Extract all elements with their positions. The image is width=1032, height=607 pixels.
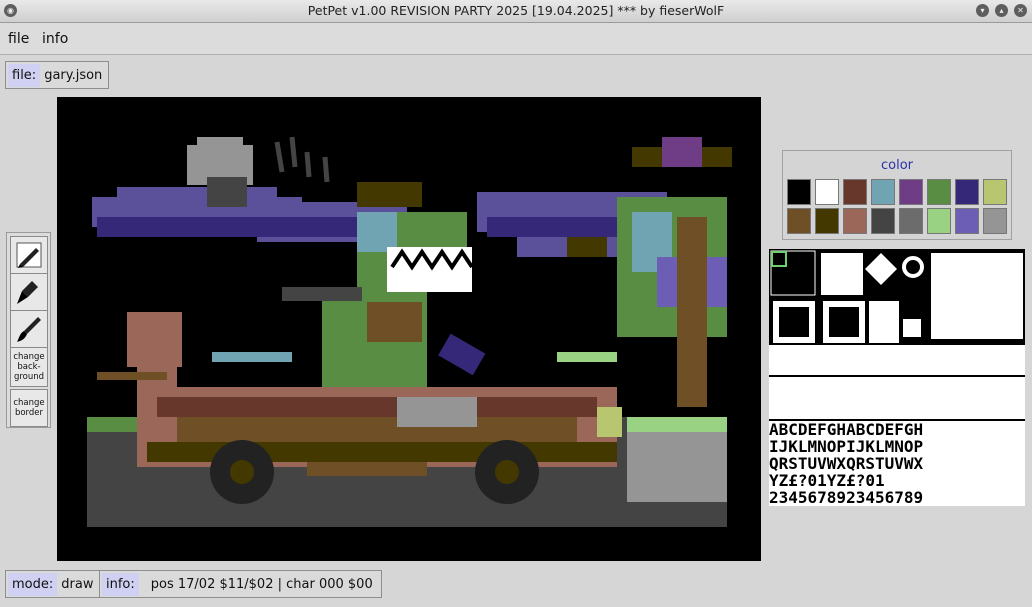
bucket-icon <box>17 281 38 304</box>
pencil-icon <box>16 242 42 268</box>
color-swatch-3[interactable] <box>871 179 895 205</box>
menu-file[interactable]: file <box>8 31 29 47</box>
tool-strip: change back- ground change border <box>6 232 51 428</box>
color-panel-title: color <box>880 158 913 173</box>
change-border-line-2: border <box>14 408 44 418</box>
color-swatch-2[interactable] <box>843 179 867 205</box>
window-title: PetPet v1.00 REVISION PARTY 2025 [19.04.… <box>307 3 725 18</box>
color-swatch-4[interactable] <box>899 179 923 205</box>
file-label: file: <box>8 63 41 87</box>
color-swatch-8[interactable] <box>787 208 811 234</box>
color-swatch-11[interactable] <box>871 208 895 234</box>
close-icon[interactable]: ✕ <box>1014 4 1027 17</box>
charset-row-5: 2345678923456789 <box>769 488 924 507</box>
brush-tool-button[interactable] <box>10 310 48 348</box>
info-indicator: info: pos 17/02 $11/$02 | char 000 $00 <box>99 570 382 598</box>
draw-tool-button[interactable] <box>10 236 48 274</box>
color-swatch-12[interactable] <box>899 208 923 234</box>
color-swatch-6[interactable] <box>955 179 979 205</box>
brush-icon <box>17 317 41 342</box>
info-label: info: <box>102 572 139 596</box>
color-swatch-1[interactable] <box>815 179 839 205</box>
menu-bar: file info <box>0 23 1032 55</box>
title-bar: ◉ PetPet v1.00 REVISION PARTY 2025 [19.0… <box>0 0 1032 23</box>
file-name: gary.json <box>44 67 103 83</box>
color-swatch-7[interactable] <box>983 179 1007 205</box>
color-swatch-0[interactable] <box>787 179 811 205</box>
change-background-line-1: change <box>13 352 45 362</box>
petscii-artwork <box>57 97 761 561</box>
mode-label: mode: <box>8 572 58 596</box>
change-border-line-1: change <box>13 398 45 408</box>
maximize-icon[interactable]: ▴ <box>995 4 1008 17</box>
mode-indicator: mode: draw <box>5 570 101 598</box>
info-value: pos 17/02 $11/$02 | char 000 $00 <box>150 576 373 592</box>
color-swatch-13[interactable] <box>927 208 951 234</box>
menu-info[interactable]: info <box>42 31 68 47</box>
file-indicator: file: gary.json <box>5 61 110 89</box>
change-background-line-3: ground <box>13 372 45 382</box>
color-swatch-15[interactable] <box>983 208 1007 234</box>
charset-row-3: QRSTUVWXQRSTUVWX <box>769 454 924 473</box>
color-swatch-5[interactable] <box>927 179 951 205</box>
color-swatch-10[interactable] <box>843 208 867 234</box>
change-background-line-2: back- <box>17 362 41 372</box>
charset-row-1: ABCDEFGHABCDEFGH <box>769 420 924 439</box>
minimize-icon[interactable]: ▾ <box>976 4 989 17</box>
color-swatch-14[interactable] <box>955 208 979 234</box>
color-panel: color <box>782 150 1012 240</box>
charset-row-2: IJKLMNOPIJKLMNOP <box>769 437 924 456</box>
charset-panel[interactable]: ABCDEFGHABCDEFGH IJKLMNOPIJKLMNOP QRSTUV… <box>769 249 1025 506</box>
change-border-button[interactable]: change border <box>10 389 48 427</box>
color-swatch-9[interactable] <box>815 208 839 234</box>
fill-tool-button[interactable] <box>10 273 48 311</box>
drawing-canvas[interactable] <box>57 97 761 561</box>
change-background-button[interactable]: change back- ground <box>10 347 48 387</box>
charset-row-4: YZ£?01YZ£?01 <box>769 471 885 490</box>
mode-value: draw <box>61 576 94 592</box>
